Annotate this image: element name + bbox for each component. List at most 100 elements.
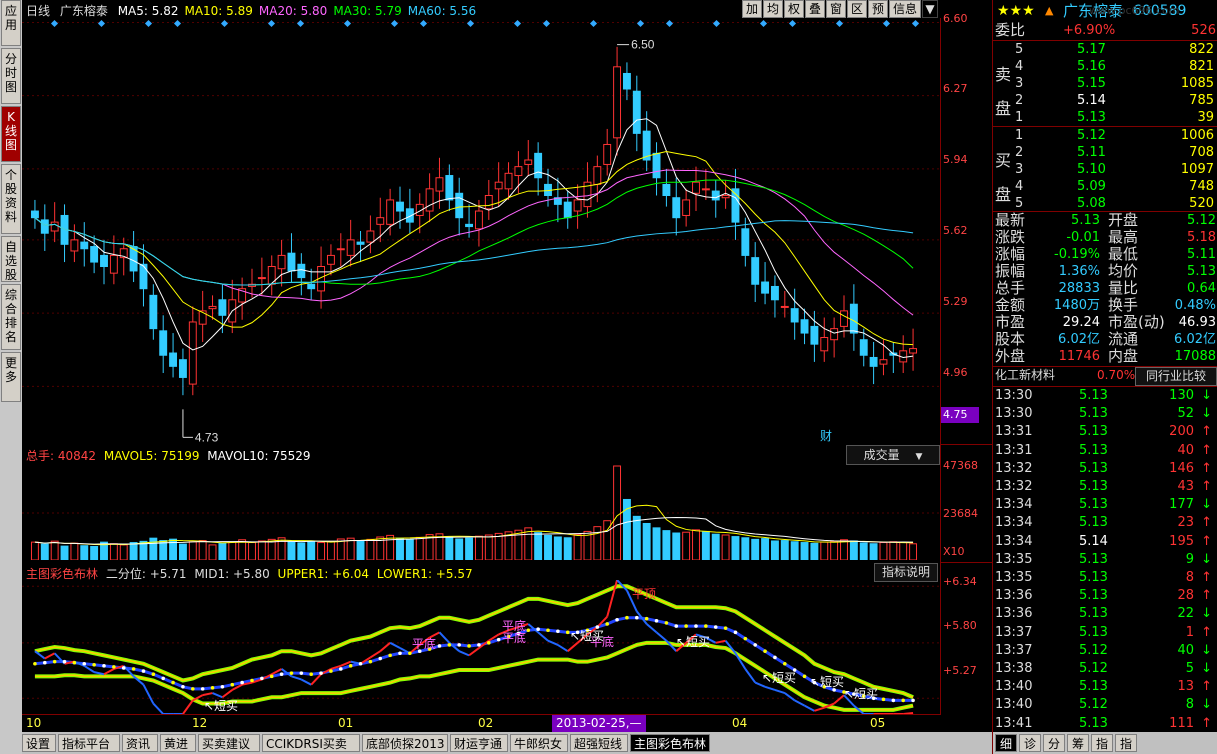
tick-row[interactable]: 13:40 5.13 13 ↑ xyxy=(993,678,1217,695)
industry-change: 0.70% xyxy=(1097,368,1136,382)
tick-row[interactable]: 13:34 5.13 23 ↑ xyxy=(993,514,1217,531)
mid-dot xyxy=(891,698,896,703)
tab-kline[interactable]: K线图 xyxy=(1,106,21,162)
volume-axis: 47368 23684 X10 xyxy=(940,444,993,563)
indicator-tab[interactable]: 财运亨通 xyxy=(450,734,508,752)
toolbar-right-button[interactable]: 权 xyxy=(784,0,804,18)
mid-dot xyxy=(536,627,540,632)
toolbar-forecast-button[interactable]: 预 xyxy=(868,0,888,18)
industry-compare-button[interactable]: 同行业比较 xyxy=(1135,367,1217,386)
order-row[interactable]: 2 5.11 708 xyxy=(993,144,1217,161)
tick-row[interactable]: 13:37 5.12 40 ↓ xyxy=(993,642,1217,659)
tick-time: 13:35 xyxy=(995,570,1033,585)
toolbar-add-button[interactable]: 加 xyxy=(742,0,762,18)
quote-tab[interactable]: 筹 xyxy=(1067,734,1089,752)
event-marker xyxy=(220,19,229,28)
indicator-tab[interactable]: 买卖建议 xyxy=(198,734,260,752)
quote-tab[interactable]: 细 xyxy=(995,734,1017,752)
order-row[interactable]: 4 5.09 748 xyxy=(993,178,1217,195)
candle-body xyxy=(80,241,89,250)
quote-tab[interactable]: 指 xyxy=(1115,734,1137,752)
tab-watchlist[interactable]: 自选股 xyxy=(1,236,21,282)
tick-row[interactable]: 13:31 5.13 40 ↑ xyxy=(993,442,1217,459)
arrow-up-icon: ↑ xyxy=(1201,479,1212,494)
ma-label: MA5: 5.82 xyxy=(117,4,179,18)
tab-more[interactable]: 更多 xyxy=(1,352,21,402)
volume-bar xyxy=(307,540,316,560)
y-tick: 5.29 xyxy=(943,295,968,308)
quote-tab[interactable]: 诊 xyxy=(1019,734,1041,752)
quote-tab[interactable]: 指 xyxy=(1091,734,1113,752)
tick-row[interactable]: 13:34 5.14 195 ↑ xyxy=(993,533,1217,550)
volume-bar xyxy=(267,538,276,560)
candle-body xyxy=(425,188,434,212)
candle-body xyxy=(484,195,493,210)
tick-row[interactable]: 13:35 5.13 9 ↓ xyxy=(993,551,1217,568)
tick-row[interactable]: 13:35 5.13 8 ↑ xyxy=(993,569,1217,586)
volume-bar xyxy=(859,542,868,560)
tick-row[interactable]: 13:30 5.13 130 ↓ xyxy=(993,387,1217,404)
arrow-down-icon: ↓ xyxy=(1201,551,1212,567)
tick-row[interactable]: 13:32 5.13 43 ↑ xyxy=(993,478,1217,495)
price-line xyxy=(606,580,619,617)
toolbar-avg-button[interactable]: 均 xyxy=(763,0,783,18)
tick-row[interactable]: 13:32 5.13 146 ↑ xyxy=(993,460,1217,477)
tab-ranking[interactable]: 综合排名 xyxy=(1,284,21,350)
indicator-tab[interactable]: 超强短线 xyxy=(570,734,628,752)
order-row[interactable]: 5 5.08 520 xyxy=(993,195,1217,212)
tab-apps[interactable]: 应用 xyxy=(1,0,21,46)
candle-body xyxy=(218,299,227,316)
upper-label: UPPER1: +6.04 xyxy=(277,567,369,581)
indicator-tab[interactable]: 设置 xyxy=(22,734,56,752)
tick-price: 5.13 xyxy=(1079,570,1108,585)
order-level: 5 xyxy=(1015,196,1024,211)
candlestick-chart[interactable]: 6.50 4.73 财 xyxy=(22,18,940,444)
indicator-tab[interactable]: 黄进 xyxy=(160,734,196,752)
tick-row[interactable]: 13:41 5.13 111 ↑ xyxy=(993,715,1217,732)
tick-row[interactable]: 13:37 5.13 1 ↑ xyxy=(993,624,1217,641)
toolbar-dropdown-icon[interactable]: ▼ xyxy=(922,0,938,18)
order-row[interactable]: 1 5.13 39 xyxy=(993,109,1217,126)
tick-row[interactable]: 13:40 5.12 8 ↓ xyxy=(993,696,1217,713)
order-row[interactable]: 3 5.10 1097 xyxy=(993,161,1217,178)
price-line xyxy=(300,678,312,686)
y-tick: 5.94 xyxy=(943,153,968,166)
indicator-tab[interactable]: 指标平台 xyxy=(58,734,120,752)
order-row[interactable]: 5 5.17 822 xyxy=(993,41,1217,58)
indicator-tab[interactable]: 牛郎织女 xyxy=(510,734,568,752)
order-row[interactable]: 2 5.14 785 xyxy=(993,92,1217,109)
quote-tab[interactable]: 分 xyxy=(1043,734,1065,752)
indicator-tab[interactable]: 底部侦探2013 xyxy=(362,734,448,752)
tick-row[interactable]: 13:38 5.12 5 ↓ xyxy=(993,660,1217,677)
tick-price: 5.13 xyxy=(1079,479,1108,494)
volume-bar xyxy=(652,527,661,560)
bollinger-chart[interactable]: 平顶平底 平底 平底平底↖短买↖短买↖短买 ↖短买↖短买↖短买 xyxy=(22,580,940,714)
indicator-tab[interactable]: 资讯 xyxy=(122,734,158,752)
volume-bar xyxy=(879,542,888,560)
order-row[interactable]: 1 5.12 1006 xyxy=(993,127,1217,144)
tab-profile[interactable]: 个股资料 xyxy=(1,164,21,234)
tick-row[interactable]: 13:34 5.13 177 ↓ xyxy=(993,496,1217,513)
toolbar-window-button[interactable]: 窗 xyxy=(826,0,846,18)
indicator-tab[interactable]: CCIKDRSI买卖 xyxy=(262,734,360,752)
alert-icon[interactable]: ▲ xyxy=(1045,0,1053,22)
tick-row[interactable]: 13:31 5.13 200 ↑ xyxy=(993,423,1217,440)
tab-intraday[interactable]: 分时图 xyxy=(1,48,21,104)
indicator-tab[interactable]: 主图彩色布林 xyxy=(630,734,710,752)
volume-chart[interactable] xyxy=(22,462,940,560)
candle-body xyxy=(396,201,404,212)
x-tick: 01 xyxy=(338,716,354,730)
toolbar-range-button[interactable]: 区 xyxy=(847,0,867,18)
order-row[interactable]: 3 5.15 1085 xyxy=(993,75,1217,92)
tick-row[interactable]: 13:36 5.13 28 ↑ xyxy=(993,587,1217,604)
tick-row[interactable]: 13:30 5.13 52 ↓ xyxy=(993,405,1217,422)
tick-row[interactable]: 13:36 5.13 22 ↓ xyxy=(993,605,1217,622)
tick-price: 5.13 xyxy=(1079,460,1108,476)
order-volume: 785 xyxy=(1189,93,1214,108)
volume-bar xyxy=(208,544,217,560)
toolbar-overlay-button[interactable]: 叠 xyxy=(805,0,825,18)
order-row[interactable]: 4 5.16 821 xyxy=(993,58,1217,75)
y-tick: +6.34 xyxy=(943,575,977,588)
tick-time: 13:32 xyxy=(995,460,1033,476)
toolbar-info-button[interactable]: 信息 xyxy=(889,0,921,18)
